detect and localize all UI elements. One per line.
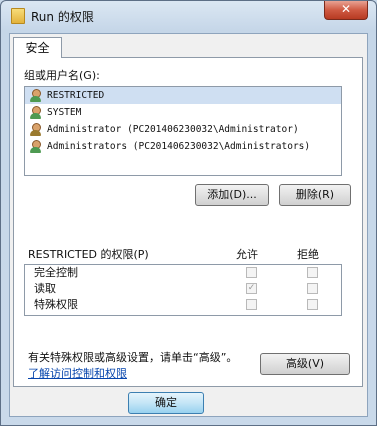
allow-header: 允许 [236, 248, 258, 261]
advanced-button[interactable]: 高级(V) [260, 353, 350, 375]
add-button[interactable]: 添加(D)... [195, 184, 269, 206]
security-panel: 组或用户名(G): RESTRICTED SYSTEM Administrato… [13, 57, 363, 387]
user-group-icon [29, 88, 43, 103]
list-item[interactable]: Administrator (PC201406230032\Administra… [25, 121, 341, 138]
list-item-label: Administrator (PC201406230032\Administra… [47, 124, 299, 135]
list-item-label: SYSTEM [47, 107, 82, 118]
deny-checkbox[interactable] [307, 299, 318, 310]
list-item-label: Administrators (PC201406230032\Administr… [47, 141, 311, 152]
allow-checkbox[interactable]: ✓ [246, 283, 257, 294]
deny-header: 拒绝 [297, 248, 319, 261]
deny-checkbox[interactable] [307, 267, 318, 278]
allow-checkbox[interactable] [246, 299, 257, 310]
user-group-icon [29, 105, 43, 120]
allow-checkbox[interactable] [246, 267, 257, 278]
dialog-client: 安全 组或用户名(G): RESTRICTED SYSTEM Administr… [9, 33, 368, 417]
close-button[interactable]: ✕ [324, 1, 368, 20]
table-row: 完全控制 [25, 265, 341, 281]
ok-button[interactable]: 确定 [128, 392, 204, 414]
user-group-icon [29, 139, 43, 154]
table-row: 读取 ✓ [25, 281, 341, 297]
permission-name: 完全控制 [34, 266, 78, 279]
permissions-list: 完全控制 读取 ✓ 特殊权限 [24, 264, 342, 316]
learn-more-link[interactable]: 了解访问控制和权限 [28, 365, 127, 381]
tab-security[interactable]: 安全 [13, 37, 62, 58]
list-item[interactable]: RESTRICTED [25, 87, 341, 104]
list-item[interactable]: SYSTEM [25, 104, 341, 121]
groups-listbox[interactable]: RESTRICTED SYSTEM Administrator (PC20140… [24, 86, 342, 176]
folder-icon [11, 8, 25, 24]
groups-label: 组或用户名(G): [24, 69, 100, 82]
window-title: Run 的权限 [31, 10, 94, 24]
permission-name: 读取 [34, 282, 56, 295]
table-row: 特殊权限 [25, 297, 341, 313]
deny-checkbox[interactable] [307, 283, 318, 294]
remove-button[interactable]: 删除(R) [279, 184, 351, 206]
advanced-hint: 有关特殊权限或高级设置，请单击“高级”。 [28, 351, 238, 364]
title-bar[interactable]: Run 的权限 ✕ [1, 1, 376, 31]
permissions-dialog: Run 的权限 ✕ 安全 组或用户名(G): RESTRICTED SYSTEM… [0, 0, 377, 426]
permissions-label: RESTRICTED 的权限(P) [28, 248, 149, 261]
list-item-label: RESTRICTED [47, 90, 105, 101]
list-item[interactable]: Administrators (PC201406230032\Administr… [25, 138, 341, 155]
permission-name: 特殊权限 [34, 298, 78, 311]
user-icon [29, 122, 43, 137]
